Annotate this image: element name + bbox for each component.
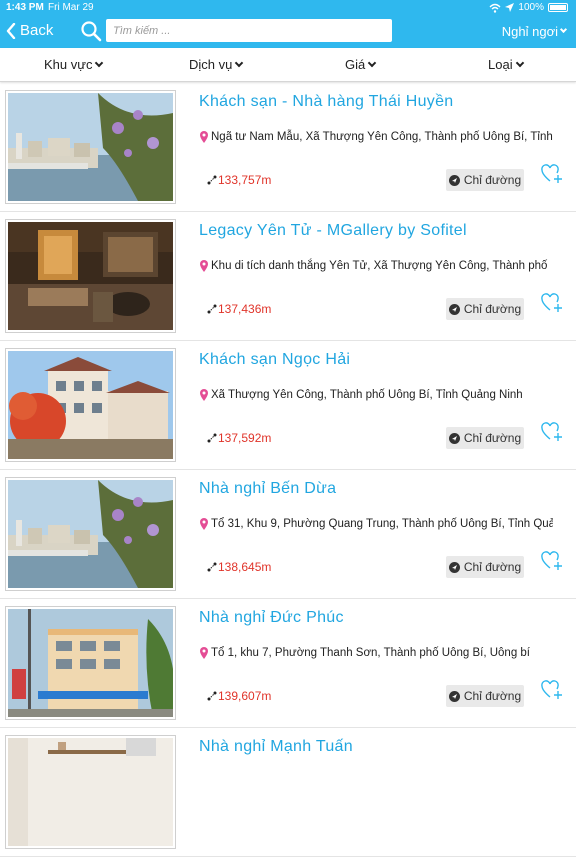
address-text: Xã Thượng Yên Công, Thành phố Uông Bí, T… xyxy=(211,389,523,401)
distance-text: 137,592m xyxy=(218,431,272,445)
pin-icon xyxy=(200,647,208,659)
status-time: 1:43 PM xyxy=(6,2,44,13)
navigation-icon xyxy=(448,690,460,702)
chevron-left-icon xyxy=(6,22,16,39)
place-address: Khu di tích danh thắng Yên Tử, Xã Thượng… xyxy=(199,257,553,275)
filter-service[interactable]: Dịch vụ xyxy=(189,57,244,72)
place-title[interactable]: Nhà nghỉ Bến Dừa xyxy=(199,480,336,498)
place-address: Xã Thượng Yên Công, Thành phố Uông Bí, T… xyxy=(199,386,553,404)
filter-type-label: Loại xyxy=(488,57,513,72)
address-text: Tổ 31, Khu 9, Phường Quang Trung, Thành … xyxy=(211,518,553,530)
nav-bar: Back Nghỉ ngơi xyxy=(0,16,576,48)
address-text: Ngã tư Nam Mẫu, Xã Thượng Yên Công, Thàn… xyxy=(211,131,553,143)
distance-text: 133,757m xyxy=(218,173,272,187)
place-address: Ngã tư Nam Mẫu, Xã Thượng Yên Công, Thàn… xyxy=(199,128,553,146)
chevron-down-icon xyxy=(235,58,244,67)
back-button[interactable]: Back xyxy=(6,22,53,39)
place-title[interactable]: Nhà nghỉ Mạnh Tuấn xyxy=(199,738,353,756)
list-item[interactable]: Legacy Yên Tử - MGallery by Sofitel Khu … xyxy=(0,212,576,341)
status-right: 100% xyxy=(489,2,568,13)
status-bar: 1:43 PM Fri Mar 29 100% xyxy=(0,0,576,16)
place-distance: 133,757m xyxy=(207,173,271,187)
directions-label: Chỉ đường xyxy=(463,302,522,316)
list-item[interactable]: Khách sạn Ngọc Hải Xã Thượng Yên Công, T… xyxy=(0,341,576,470)
list-item[interactable]: Nhà nghỉ Đức Phúc Tổ 1, khu 7, Phường Th… xyxy=(0,599,576,728)
chevron-down-icon xyxy=(515,58,524,67)
place-photo[interactable] xyxy=(5,219,176,333)
route-icon xyxy=(207,562,217,572)
back-label: Back xyxy=(20,22,54,39)
place-title[interactable]: Khách sạn - Nhà hàng Thái Huyền xyxy=(199,93,454,111)
chevron-down-icon xyxy=(367,58,377,67)
directions-button[interactable]: Chỉ đường xyxy=(446,685,524,707)
address-text: Khu di tích danh thắng Yên Tử, Xã Thượng… xyxy=(211,260,548,272)
pin-icon xyxy=(200,131,208,143)
directions-button[interactable]: Chỉ đường xyxy=(446,169,524,191)
place-title[interactable]: Khách sạn Ngọc Hải xyxy=(199,351,350,369)
type-select[interactable]: Nghỉ ngơi xyxy=(501,24,568,39)
directions-label: Chỉ đường xyxy=(463,560,522,574)
filter-price[interactable]: Giá xyxy=(345,57,377,72)
place-title[interactable]: Nhà nghỉ Đức Phúc xyxy=(199,609,344,627)
filter-service-label: Dịch vụ xyxy=(189,57,233,72)
search-icon[interactable] xyxy=(80,20,102,42)
place-photo[interactable] xyxy=(5,735,176,849)
heart-add-icon[interactable] xyxy=(541,293,563,313)
list-item[interactable]: Nhà nghỉ Mạnh Tuấn xyxy=(0,728,576,857)
heart-add-icon[interactable] xyxy=(541,422,563,442)
pin-icon xyxy=(200,518,208,530)
route-icon xyxy=(207,304,217,314)
route-icon xyxy=(207,175,217,185)
filter-area[interactable]: Khu vực xyxy=(44,57,104,72)
heart-add-icon[interactable] xyxy=(541,680,563,700)
place-photo[interactable] xyxy=(5,477,176,591)
directions-label: Chỉ đường xyxy=(463,689,522,703)
place-distance: 138,645m xyxy=(207,560,271,574)
place-title[interactable]: Legacy Yên Tử - MGallery by Sofitel xyxy=(199,222,467,240)
directions-label: Chỉ đường xyxy=(463,431,522,445)
filter-bar: Khu vực Dịch vụ Giá Loại xyxy=(0,48,576,82)
distance-text: 138,645m xyxy=(218,560,272,574)
place-distance: 139,607m xyxy=(207,689,271,703)
place-photo[interactable] xyxy=(5,606,176,720)
navigation-icon xyxy=(448,432,460,444)
directions-button[interactable]: Chỉ đường xyxy=(446,298,524,320)
directions-button[interactable]: Chỉ đường xyxy=(446,556,524,578)
navigation-icon xyxy=(448,174,460,186)
place-photo[interactable] xyxy=(5,90,176,204)
wifi-icon xyxy=(489,3,501,13)
heart-add-icon[interactable] xyxy=(541,551,563,571)
route-icon xyxy=(207,433,217,443)
place-distance: 137,436m xyxy=(207,302,271,316)
search-input[interactable] xyxy=(106,19,392,42)
battery-percent: 100% xyxy=(518,2,544,13)
directions-button[interactable]: Chỉ đường xyxy=(446,427,524,449)
pin-icon xyxy=(200,260,208,272)
battery-icon xyxy=(548,3,568,12)
place-address: Tổ 1, khu 7, Phường Thanh Sơn, Thành phố… xyxy=(199,644,553,662)
place-list: Khách sạn - Nhà hàng Thái Huyền Ngã tư N… xyxy=(0,83,576,857)
list-item[interactable]: Khách sạn - Nhà hàng Thái Huyền Ngã tư N… xyxy=(0,83,576,212)
location-arrow-icon xyxy=(505,3,515,12)
list-item[interactable]: Nhà nghỉ Bến Dừa Tổ 31, Khu 9, Phường Qu… xyxy=(0,470,576,599)
filter-price-label: Giá xyxy=(345,57,366,72)
distance-text: 139,607m xyxy=(218,689,272,703)
chevron-down-icon xyxy=(559,25,568,34)
filter-area-label: Khu vực xyxy=(44,57,93,72)
place-address: Tổ 31, Khu 9, Phường Quang Trung, Thành … xyxy=(199,515,553,533)
status-date: Fri Mar 29 xyxy=(48,2,94,13)
distance-text: 137,436m xyxy=(218,302,272,316)
navigation-icon xyxy=(448,303,460,315)
route-icon xyxy=(207,691,217,701)
directions-label: Chỉ đường xyxy=(463,173,522,187)
heart-add-icon[interactable] xyxy=(541,164,563,184)
place-distance: 137,592m xyxy=(207,431,271,445)
type-select-label: Nghỉ ngơi xyxy=(501,24,558,39)
filter-type[interactable]: Loại xyxy=(488,57,524,72)
place-photo[interactable] xyxy=(5,348,176,462)
pin-icon xyxy=(200,389,208,401)
navigation-icon xyxy=(448,561,460,573)
address-text: Tổ 1, khu 7, Phường Thanh Sơn, Thành phố… xyxy=(211,647,531,659)
chevron-down-icon xyxy=(95,58,104,67)
